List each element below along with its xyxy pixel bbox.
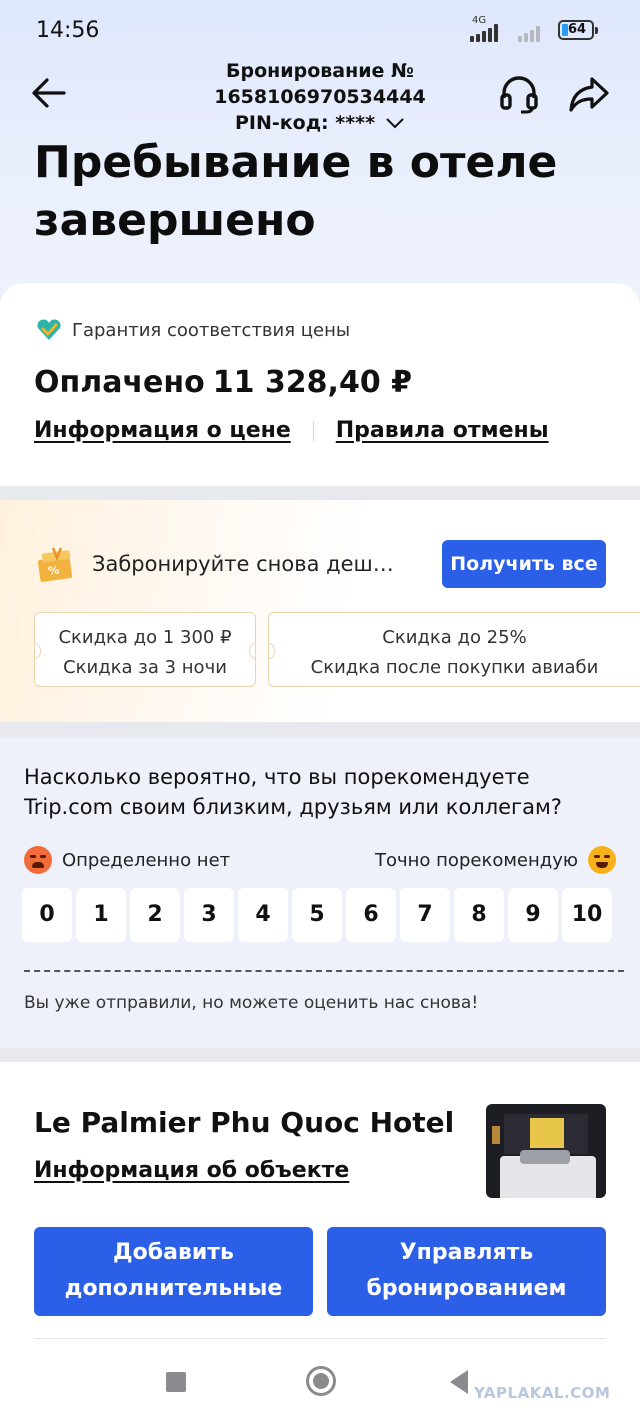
score-button-2[interactable]: 2 xyxy=(130,888,180,942)
battery-level: 64 xyxy=(568,22,587,37)
paid-label: Оплачено xyxy=(34,365,205,400)
battery-icon: 64 xyxy=(558,20,598,40)
score-button-10[interactable]: 10 xyxy=(562,888,612,942)
survey-question: Насколько вероятно, что вы порекомендует… xyxy=(24,765,562,819)
hotel-card: Le Palmier Phu Quoc Hotel Информация об … xyxy=(0,1062,640,1362)
guarantee-text: Гарантия соответствия цены xyxy=(72,319,351,341)
home-icon[interactable] xyxy=(306,1366,336,1396)
score-button-9[interactable]: 9 xyxy=(508,888,558,942)
headset-icon[interactable] xyxy=(499,74,539,114)
coupon-title: Скидка до 1 300 ₽ xyxy=(58,627,232,648)
paid-amount-row: Оплачено 11 328,40 ₽ xyxy=(34,365,412,400)
coupon-card[interactable]: Скидка до 25% Скидка после покупки авиаб… xyxy=(268,612,640,687)
pin-code: PIN-код: **** xyxy=(234,112,376,134)
get-all-button[interactable]: Получить все xyxy=(442,540,606,588)
score-button-0[interactable]: 0 xyxy=(22,888,72,942)
pin-toggle[interactable]: PIN-код: **** xyxy=(180,110,460,136)
coupon-subtitle: Скидка за 3 ночи xyxy=(63,657,227,678)
add-extras-button[interactable]: Добавить дополнительные ком… xyxy=(34,1227,313,1337)
scale-min-text: Определенно нет xyxy=(62,849,231,871)
dashed-divider xyxy=(24,970,624,972)
score-button-6[interactable]: 6 xyxy=(346,888,396,942)
divider xyxy=(34,1338,606,1339)
score-button-8[interactable]: 8 xyxy=(454,888,504,942)
booking-header: Бронирование № 1658106970534444 PIN-код:… xyxy=(180,58,460,136)
hotel-name: Le Palmier Phu Quoc Hotel xyxy=(34,1106,455,1139)
nps-survey-card: Насколько вероятно, что вы порекомендует… xyxy=(0,738,640,1048)
svg-text:%: % xyxy=(47,563,60,577)
manage-booking-button[interactable]: Управлять бронированием xyxy=(327,1227,606,1316)
price-links: Информация о цене Правила отмены xyxy=(34,418,549,443)
laughing-face-icon xyxy=(588,846,616,874)
hotel-photo[interactable] xyxy=(486,1104,606,1198)
promo-text: Забронируйте снова деш… xyxy=(92,552,394,576)
booking-number: 1658106970534444 xyxy=(214,86,426,108)
watermark: YAPLAKAL.COM xyxy=(474,1384,611,1402)
heart-check-icon xyxy=(37,319,61,340)
score-button-4[interactable]: 4 xyxy=(238,888,288,942)
score-button-5[interactable]: 5 xyxy=(292,888,342,942)
price-card: Гарантия соответствия цены Оплачено 11 32… xyxy=(0,283,640,486)
chevron-down-icon xyxy=(386,118,404,129)
coupon-gift-icon: % xyxy=(37,547,73,582)
score-scale: 0 1 2 3 4 5 6 7 8 9 10 xyxy=(22,888,612,942)
status-bar: 14:56 4G 64 xyxy=(0,0,640,60)
coupon-card[interactable]: Скидка до 1 300 ₽ Скидка за 3 ночи xyxy=(34,612,256,687)
back-arrow-icon[interactable] xyxy=(30,74,68,112)
property-info-link[interactable]: Информация об объекте xyxy=(34,1158,349,1183)
coupon-title: Скидка до 25% xyxy=(382,627,527,648)
angry-face-icon xyxy=(24,846,52,874)
link-divider xyxy=(312,420,314,441)
scale-max-label: Точно порекомендую xyxy=(375,846,616,874)
price-guarantee: Гарантия соответствия цены xyxy=(36,319,350,341)
score-button-3[interactable]: 3 xyxy=(184,888,234,942)
booking-label: Бронирование № xyxy=(226,60,414,82)
signal-secondary-icon xyxy=(518,20,540,42)
page-title: Пребывание в отеле завершено xyxy=(34,137,558,246)
signal-icon xyxy=(470,20,498,42)
status-time: 14:56 xyxy=(36,18,100,43)
share-icon[interactable] xyxy=(568,74,610,114)
price-info-link[interactable]: Информация о цене xyxy=(34,418,291,443)
scale-min-label: Определенно нет xyxy=(24,846,230,874)
score-button-1[interactable]: 1 xyxy=(76,888,126,942)
survey-note: Вы уже отправили, но можете оценить нас … xyxy=(24,993,479,1013)
score-button-7[interactable]: 7 xyxy=(400,888,450,942)
back-icon[interactable] xyxy=(450,1370,468,1394)
system-navigation-bar: YAPLAKAL.COM xyxy=(0,1362,640,1423)
cancel-rules-link[interactable]: Правила отмены xyxy=(336,418,549,443)
coupon-subtitle: Скидка после покупки авиаби xyxy=(310,657,599,678)
paid-amount: 11 328,40 ₽ xyxy=(212,365,413,400)
promo-card: % Забронируйте снова деш… Получить все С… xyxy=(0,500,640,722)
recents-icon[interactable] xyxy=(166,1372,186,1392)
scale-max-text: Точно порекомендую xyxy=(375,849,578,871)
